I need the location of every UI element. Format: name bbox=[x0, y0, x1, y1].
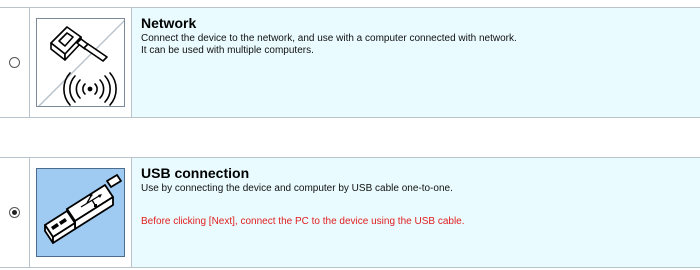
usb-warning-text: Before clicking [Next], connect the PC t… bbox=[141, 216, 465, 227]
usb-text-cell: USB connection Use by connecting the dev… bbox=[132, 158, 700, 267]
usb-plug-icon bbox=[36, 168, 125, 257]
network-description-line-2: It can be used with multiple computers. bbox=[141, 45, 314, 56]
network-radio-cell[interactable] bbox=[0, 8, 29, 117]
network-title: Network bbox=[141, 15, 197, 31]
usb-title: USB connection bbox=[141, 165, 250, 181]
network-option[interactable]: Network Connect the device to the networ… bbox=[0, 7, 700, 118]
usb-description-line-1: Use by connecting the device and compute… bbox=[141, 183, 453, 194]
ethernet-wireless-icon bbox=[36, 18, 125, 107]
usb-radio-button[interactable] bbox=[9, 207, 20, 218]
usb-radio-cell[interactable] bbox=[0, 158, 29, 267]
network-radio-button[interactable] bbox=[9, 57, 20, 68]
usb-icon-cell bbox=[29, 158, 132, 267]
network-description-line-1: Connect the device to the network, and u… bbox=[141, 33, 517, 44]
network-icon-cell bbox=[29, 8, 132, 117]
connection-method-panel: Network Connect the device to the networ… bbox=[0, 0, 700, 270]
usb-option[interactable]: USB connection Use by connecting the dev… bbox=[0, 157, 700, 268]
network-text-cell: Network Connect the device to the networ… bbox=[132, 8, 700, 117]
